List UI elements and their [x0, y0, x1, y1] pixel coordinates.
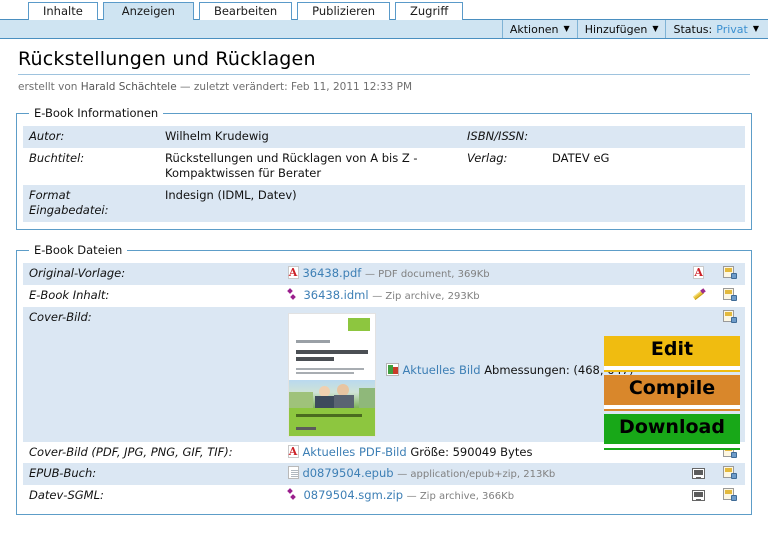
file-meta: — PDF document, 369Kb: [365, 269, 490, 280]
main-tabbar: Inhalte Anzeigen Bearbeiten Publizieren …: [0, 0, 768, 19]
screen-icon[interactable]: [692, 468, 705, 479]
table-row: Autor: Wilhelm Krudewig ISBN/ISSN:: [23, 126, 745, 148]
aktionen-label: Aktionen: [510, 23, 559, 36]
row-label: Datev-SGML:: [23, 485, 282, 507]
file-link[interactable]: 36438.pdf: [302, 266, 361, 280]
save-icon[interactable]: [723, 266, 737, 279]
byline-modified: Feb 11, 2011 12:33 PM: [291, 81, 412, 93]
row-label: Autor:: [23, 126, 159, 148]
file-link[interactable]: 0879504.sgm.zip: [303, 488, 403, 502]
row-label: Format Eingabedatei:: [23, 185, 159, 222]
tab-inhalte[interactable]: Inhalte: [28, 2, 98, 20]
row-value: d0879504.epub — application/epub+zip, 21…: [282, 463, 683, 485]
byline-prefix: erstellt von: [18, 81, 77, 93]
row-action-cell: [683, 463, 714, 485]
file-meta: — Zip archive, 366Kb: [407, 491, 514, 502]
chevron-down-icon: ▼: [564, 25, 570, 33]
table-row: Original-Vorlage: 36438.pdf — PDF docume…: [23, 263, 745, 285]
row-save-cell: [714, 485, 745, 507]
pdf-icon[interactable]: [693, 266, 704, 279]
pencil-icon[interactable]: [692, 288, 706, 301]
status-label: Status:: [673, 23, 712, 36]
row-value: Wilhelm Krudewig: [159, 126, 461, 148]
table-row: Format Eingabedatei: Indesign (IDML, Dat…: [23, 185, 745, 222]
row-label-2: ISBN/ISSN:: [461, 126, 546, 148]
row-value: Indesign (IDML, Datev): [159, 185, 461, 222]
compile-button[interactable]: Compile: [604, 375, 740, 405]
zip-icon: [288, 488, 300, 501]
row-value: Rückstellungen und Rücklagen von A bis Z…: [159, 148, 461, 185]
row-label: Cover-Bild (PDF, JPG, PNG, GIF, TIF):: [23, 442, 282, 463]
row-value-2: [546, 185, 745, 222]
image-icon: [386, 363, 399, 376]
row-save-cell: [714, 463, 745, 485]
byline-author: Harald Schächtele: [81, 81, 177, 93]
chevron-down-icon: ▼: [652, 25, 658, 33]
chevron-down-icon: ▼: [753, 25, 759, 33]
screen-icon[interactable]: [692, 490, 705, 501]
save-icon[interactable]: [723, 488, 737, 501]
row-value: 36438.pdf — PDF document, 369Kb: [282, 263, 683, 285]
tab-anzeigen[interactable]: Anzeigen: [103, 2, 194, 20]
zip-icon: [288, 288, 300, 301]
pdf-icon: [288, 445, 299, 458]
table-row: Datev-SGML: 0879504.sgm.zip — Zip archiv…: [23, 485, 745, 507]
row-value-2: DATEV eG: [546, 148, 745, 185]
row-label: E-Book Inhalt:: [23, 285, 282, 307]
tab-zugriff[interactable]: Zugriff: [395, 2, 463, 20]
row-value: 0879504.sgm.zip — Zip archive, 366Kb: [282, 485, 683, 507]
save-icon[interactable]: [723, 466, 737, 479]
row-label: Original-Vorlage:: [23, 263, 282, 285]
row-value: 36438.idml — Zip archive, 293Kb: [282, 285, 683, 307]
file-meta: — Zip archive, 293Kb: [372, 291, 479, 302]
aktionen-menu[interactable]: Aktionen ▼: [502, 20, 577, 38]
side-action-buttons: Edit Compile Download: [604, 336, 740, 453]
file-link[interactable]: Aktuelles PDF-Bild: [302, 445, 406, 459]
table-row: Buchtitel: Rückstellungen und Rücklagen …: [23, 148, 745, 185]
file-link[interactable]: Aktuelles Bild: [402, 363, 480, 377]
row-save-cell: [714, 263, 745, 285]
row-label: Buchtitel:: [23, 148, 159, 185]
ebook-info-fieldset: E-Book Informationen Autor: Wilhelm Krud…: [16, 106, 752, 230]
edit-button[interactable]: Edit: [604, 336, 740, 366]
row-action-cell: [683, 263, 714, 285]
row-action-cell: [683, 485, 714, 507]
hinzufuegen-menu[interactable]: Hinzufügen ▼: [577, 20, 666, 38]
file-meta: — application/epub+zip, 213Kb: [397, 469, 555, 480]
row-label-2: [461, 185, 546, 222]
ebook-info-legend: E-Book Informationen: [29, 106, 163, 120]
row-label: Cover-Bild:: [23, 307, 282, 442]
cover-thumbnail[interactable]: [288, 313, 376, 437]
byline: erstellt von Harald Schächtele — zuletzt…: [18, 81, 754, 93]
table-row: EPUB-Buch: d0879504.epub — application/e…: [23, 463, 745, 485]
status-menu[interactable]: Status: Privat ▼: [665, 20, 766, 38]
document-icon: [288, 466, 299, 479]
row-value-2: [546, 126, 745, 148]
row-label-2: Verlag:: [461, 148, 546, 185]
tab-publizieren[interactable]: Publizieren: [297, 2, 390, 20]
action-toolbar: Aktionen ▼ Hinzufügen ▼ Status: Privat ▼: [0, 19, 768, 39]
file-link[interactable]: d0879504.epub: [302, 466, 393, 480]
hinzufuegen-label: Hinzufügen: [585, 23, 648, 36]
row-save-cell: [714, 285, 745, 307]
tab-bearbeiten[interactable]: Bearbeiten: [199, 2, 292, 20]
title-divider: [18, 74, 750, 75]
byline-mid: — zuletzt verändert:: [180, 81, 288, 93]
app-window: Inhalte Anzeigen Bearbeiten Publizieren …: [0, 0, 768, 549]
row-label: EPUB-Buch:: [23, 463, 282, 485]
ebook-info-table: Autor: Wilhelm Krudewig ISBN/ISSN: Bucht…: [23, 126, 745, 222]
file-meta: Größe: 590049 Bytes: [410, 445, 532, 459]
save-icon[interactable]: [723, 288, 737, 301]
file-link[interactable]: 36438.idml: [303, 288, 368, 302]
table-row: E-Book Inhalt: 36438.idml — Zip archive,…: [23, 285, 745, 307]
pdf-icon: [288, 266, 299, 279]
row-action-cell: [683, 285, 714, 307]
status-badge: Privat: [716, 23, 748, 36]
save-icon[interactable]: [723, 310, 737, 323]
download-button[interactable]: Download: [604, 414, 740, 444]
page-title: Rückstellungen und Rücklagen: [18, 48, 754, 70]
ebook-files-legend: E-Book Dateien: [29, 243, 127, 257]
